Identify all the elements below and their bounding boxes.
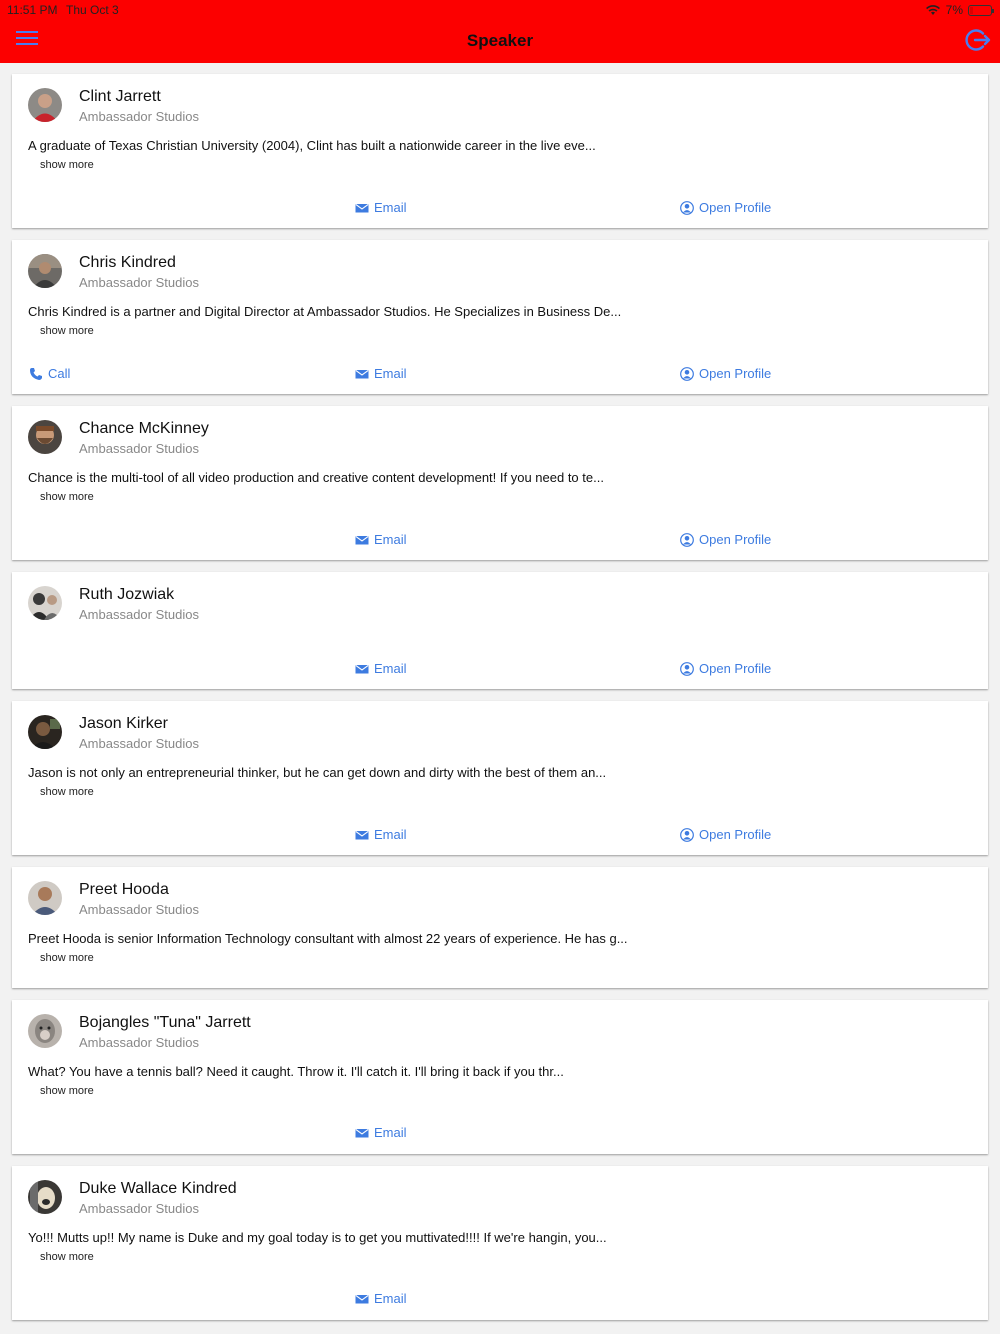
speaker-card: Jason Kirker Ambassador Studios Jason is…: [12, 701, 988, 855]
open-profile-label: Open Profile: [699, 200, 772, 215]
email-button[interactable]: Email: [355, 200, 407, 215]
avatar: [28, 254, 62, 288]
email-label: Email: [374, 661, 407, 676]
speaker-company: Ambassador Studios: [79, 902, 199, 917]
speaker-name: Preet Hooda: [79, 881, 169, 898]
show-more-link[interactable]: show more: [40, 325, 94, 337]
speaker-card: Preet Hooda Ambassador Studios Preet Hoo…: [12, 867, 988, 988]
speaker-company: Ambassador Studios: [79, 736, 199, 751]
avatar: [28, 715, 62, 749]
mail-icon: [355, 1128, 369, 1137]
speaker-name: Jason Kirker: [79, 715, 168, 732]
show-more-link[interactable]: show more: [40, 1251, 94, 1263]
email-button[interactable]: Email: [355, 661, 407, 676]
show-more-link[interactable]: show more: [40, 786, 94, 798]
speaker-name: Chris Kindred: [79, 254, 176, 271]
open-profile-label: Open Profile: [699, 827, 772, 842]
status-indicators: 7%: [925, 3, 994, 17]
email-label: Email: [374, 200, 407, 215]
battery-icon: [968, 4, 994, 16]
speaker-name: Chance McKinney: [79, 420, 209, 437]
mail-icon: [355, 1294, 369, 1303]
mail-icon: [355, 830, 369, 839]
email-label: Email: [374, 366, 407, 381]
avatar: [28, 420, 62, 454]
avatar: [28, 586, 62, 620]
speaker-name: Clint Jarrett: [79, 88, 161, 105]
email-button[interactable]: Email: [355, 366, 407, 381]
speaker-card: Clint Jarrett Ambassador Studios A gradu…: [12, 74, 988, 228]
page-title: Speaker: [466, 31, 534, 50]
speaker-company: Ambassador Studios: [79, 1201, 199, 1216]
speaker-name: Bojangles "Tuna" Jarrett: [79, 1014, 251, 1031]
status-time: 11:51 PM: [7, 3, 58, 17]
speaker-card: Ruth Jozwiak Ambassador Studios Email Op…: [12, 572, 988, 689]
profile-icon: [680, 200, 694, 215]
speaker-bio: Chance is the multi-tool of all video pr…: [28, 470, 604, 485]
email-label: Email: [374, 532, 407, 547]
profile-icon: [680, 661, 694, 676]
phone-icon: [30, 367, 42, 380]
email-button[interactable]: Email: [355, 532, 407, 547]
top-navigation-bar: 11:51 PM Thu Oct 3 7% Speaker: [0, 0, 1000, 63]
show-more-link[interactable]: show more: [40, 159, 94, 171]
speaker-card: Bojangles "Tuna" Jarrett Ambassador Stud…: [12, 1000, 988, 1154]
speaker-bio: What? You have a tennis ball? Need it ca…: [28, 1064, 564, 1079]
avatar: [28, 1180, 62, 1214]
status-date: Thu Oct 3: [66, 3, 119, 17]
email-label: Email: [374, 1291, 407, 1306]
speaker-card: Chance McKinney Ambassador Studios Chanc…: [12, 406, 988, 560]
profile-icon: [680, 827, 694, 842]
open-profile-label: Open Profile: [699, 532, 772, 547]
open-profile-button[interactable]: Open Profile: [680, 827, 771, 842]
speaker-card: Chris Kindred Ambassador Studios Chris K…: [12, 240, 988, 394]
email-button[interactable]: Email: [355, 827, 407, 842]
open-profile-button[interactable]: Open Profile: [680, 661, 771, 676]
open-profile-button[interactable]: Open Profile: [680, 532, 771, 547]
speaker-card: Duke Wallace Kindred Ambassador Studios …: [12, 1166, 988, 1320]
call-button[interactable]: Call: [29, 366, 70, 381]
speaker-company: Ambassador Studios: [79, 441, 199, 456]
avatar: [28, 88, 62, 122]
mail-icon: [355, 203, 369, 212]
speaker-bio: Jason is not only an entrepreneurial thi…: [28, 765, 607, 780]
profile-icon: [680, 532, 694, 547]
speaker-company: Ambassador Studios: [79, 607, 199, 622]
avatar: [28, 1014, 62, 1048]
email-label: Email: [374, 1125, 407, 1140]
speaker-company: Ambassador Studios: [79, 1035, 199, 1050]
profile-icon: [680, 366, 694, 381]
logout-icon[interactable]: [964, 26, 992, 54]
wifi-icon: [925, 5, 940, 15]
mail-icon: [355, 369, 369, 378]
show-more-link[interactable]: show more: [40, 952, 94, 964]
mail-icon: [355, 535, 369, 544]
speaker-company: Ambassador Studios: [79, 275, 199, 290]
mail-icon: [355, 664, 369, 673]
open-profile-button[interactable]: Open Profile: [680, 200, 771, 215]
speaker-bio: Yo!!! Mutts up!! My name is Duke and my …: [28, 1230, 607, 1245]
show-more-link[interactable]: show more: [40, 1085, 94, 1097]
show-more-link[interactable]: show more: [40, 491, 94, 503]
email-label: Email: [374, 827, 407, 842]
open-profile-button[interactable]: Open Profile: [680, 366, 771, 381]
email-button[interactable]: Email: [355, 1291, 407, 1306]
open-profile-label: Open Profile: [699, 661, 772, 676]
call-label: Call: [48, 366, 71, 381]
email-button[interactable]: Email: [355, 1125, 407, 1140]
speaker-bio: Chris Kindred is a partner and Digital D…: [28, 304, 622, 319]
avatar: [28, 881, 62, 915]
speaker-name: Ruth Jozwiak: [79, 586, 175, 603]
speaker-company: Ambassador Studios: [79, 109, 199, 124]
battery-percentage: 7%: [945, 3, 963, 17]
speaker-name: Duke Wallace Kindred: [79, 1180, 237, 1197]
open-profile-label: Open Profile: [699, 366, 772, 381]
speaker-bio: Preet Hooda is senior Information Techno…: [28, 931, 628, 946]
speaker-bio: A graduate of Texas Christian University…: [28, 138, 596, 153]
